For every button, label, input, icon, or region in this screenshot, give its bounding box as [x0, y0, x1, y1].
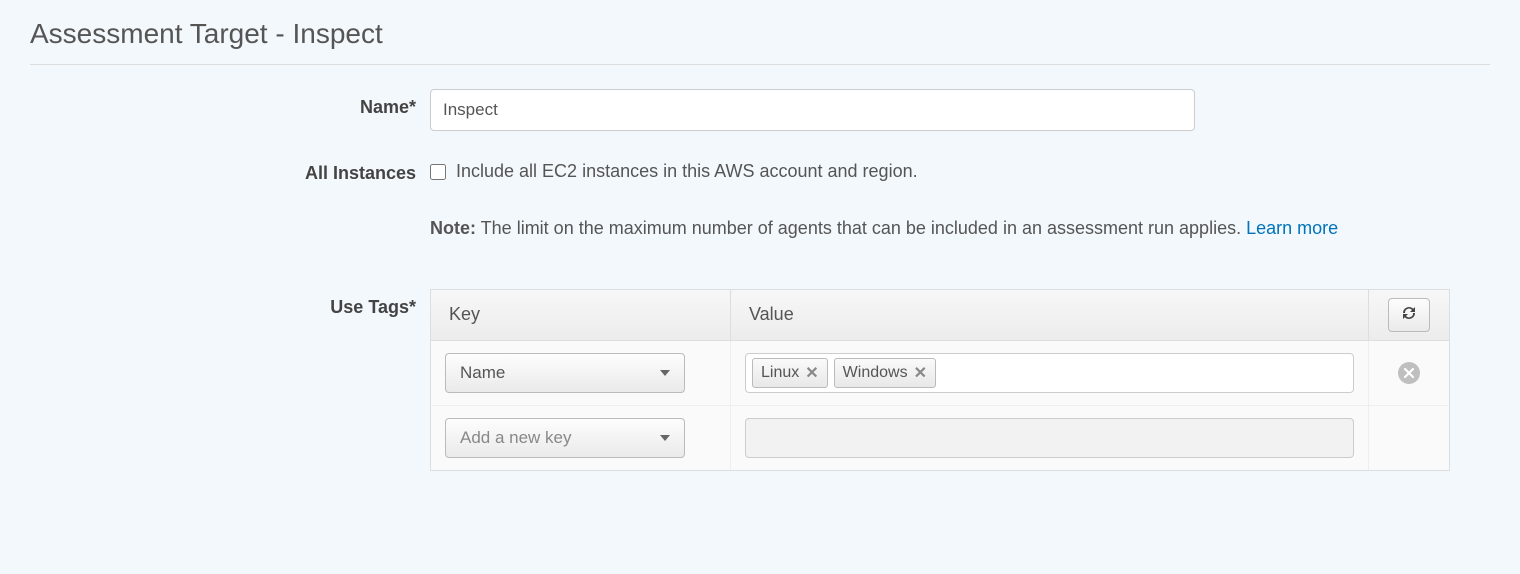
- all-instances-note: Note: The limit on the maximum number of…: [430, 218, 1490, 239]
- tag-key-select[interactable]: Name: [445, 353, 685, 393]
- all-instances-checkbox[interactable]: [430, 164, 446, 180]
- dropdown-label: Name: [460, 363, 505, 383]
- name-label: Name*: [30, 89, 430, 118]
- use-tags-label: Use Tags*: [30, 289, 430, 318]
- note-text: The limit on the maximum number of agent…: [476, 218, 1246, 238]
- tags-row: Add a new key: [431, 406, 1449, 470]
- form-row-all-instances: All Instances Include all EC2 instances …: [30, 155, 1490, 239]
- form-row-use-tags: Use Tags* Key Value NameL: [30, 289, 1490, 471]
- tags-header-key: Key: [431, 290, 731, 340]
- refresh-button[interactable]: [1388, 298, 1430, 332]
- note-bold: Note:: [430, 218, 476, 238]
- tags-table: Key Value Name Linux ✕ Windows ✕ Add a new ke…: [430, 289, 1450, 471]
- form-row-name: Name*: [30, 89, 1490, 131]
- tag-value-input[interactable]: Linux ✕ Windows ✕: [745, 353, 1354, 393]
- tags-table-header: Key Value: [431, 290, 1449, 341]
- tag-key-add-select[interactable]: Add a new key: [445, 418, 685, 458]
- close-icon[interactable]: ✕: [805, 363, 818, 383]
- all-instances-checkbox-label: Include all EC2 instances in this AWS ac…: [456, 161, 918, 182]
- tags-header-value: Value: [731, 290, 1369, 340]
- tag-value-input: [745, 418, 1354, 458]
- tags-cell-action: [1369, 341, 1449, 405]
- chevron-down-icon: [660, 435, 670, 441]
- tags-cell-value: [731, 406, 1369, 470]
- close-icon: [1403, 367, 1415, 379]
- tag-chip-label: Linux: [761, 364, 799, 382]
- tag-chip-label: Windows: [843, 364, 908, 382]
- all-instances-label: All Instances: [30, 155, 430, 184]
- remove-row-button[interactable]: [1398, 362, 1420, 384]
- chevron-down-icon: [660, 370, 670, 376]
- tags-cell-key: Name: [431, 341, 731, 405]
- tags-cell-key: Add a new key: [431, 406, 731, 470]
- tags-header-action: [1369, 290, 1449, 340]
- dropdown-label: Add a new key: [460, 428, 572, 448]
- learn-more-link[interactable]: Learn more: [1246, 218, 1338, 238]
- tags-row: Name Linux ✕ Windows ✕: [431, 341, 1449, 406]
- tags-cell-action: [1369, 406, 1449, 470]
- close-icon[interactable]: ✕: [914, 363, 927, 383]
- name-input[interactable]: [430, 89, 1195, 131]
- tag-chip: Linux ✕: [752, 358, 828, 388]
- page-title: Assessment Target - Inspect: [30, 18, 1490, 65]
- tags-cell-value: Linux ✕ Windows ✕: [731, 341, 1369, 405]
- refresh-icon: [1400, 305, 1418, 326]
- tag-chip: Windows ✕: [834, 358, 936, 388]
